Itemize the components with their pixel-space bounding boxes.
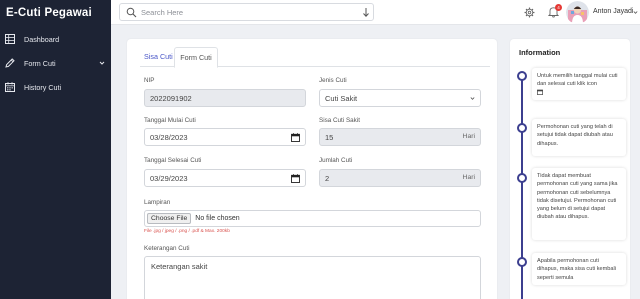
tab-bar: Sisa Cuti Form Cuti (140, 47, 490, 68)
tanggal-mulai-label: Tanggal Mulai Cuti (144, 117, 196, 124)
jumlah-cuti-label: Jumlah Cuti (319, 157, 353, 164)
info-item-text: Untuk memilih tanggal mulai cuti dan sel… (537, 73, 618, 88)
search-box[interactable] (119, 3, 374, 21)
timeline-dot (517, 71, 527, 81)
info-item-text: Tidak dapat membuat permohonan cuti yang… (537, 173, 618, 221)
file-hint: File .jpg / jpeg / .png / .pdf & Max. 20… (144, 229, 230, 234)
user-name[interactable]: Anton Jayadi (593, 8, 633, 15)
search-input[interactable] (141, 5, 341, 19)
calendar-icon (537, 89, 543, 96)
arrow-down-icon[interactable] (361, 7, 371, 18)
info-item: Tidak dapat membuat permohonan cuti yang… (532, 168, 626, 240)
table-icon (5, 34, 15, 44)
tanggal-mulai-input[interactable]: 03/28/2023 (144, 128, 306, 146)
sidebar-item-label: Form Cuti (24, 58, 56, 68)
sisa-cuti-value: 15 (325, 132, 334, 142)
info-item-text: Apabila permohonan cuti dihapus, maka si… (537, 258, 616, 281)
tanggal-selesai-label: Tanggal Selesai Cuti (144, 157, 202, 164)
calendar-icon (5, 82, 15, 92)
avatar[interactable] (566, 1, 589, 24)
sidebar-item-history-cuti[interactable]: History Cuti (0, 79, 111, 95)
information-title: Information (519, 48, 561, 57)
nip-label: NIP (144, 77, 155, 84)
tanggal-selesai-input[interactable]: 03/29/2023 (144, 169, 306, 187)
jenis-cuti-value: Cuti Sakit (325, 93, 358, 103)
search-icon (126, 7, 137, 18)
sidebar: E-Cuti Pegawai Dashboard Form Cuti Histo… (0, 0, 111, 299)
notification-badge: 4 (555, 4, 562, 11)
sidebar-item-form-cuti[interactable]: Form Cuti (0, 55, 111, 71)
info-item: Permohonan cuti yang telah di setujui ti… (532, 119, 626, 156)
tab-form-cuti[interactable]: Form Cuti (174, 47, 218, 68)
tab-sisa-cuti[interactable]: Sisa Cuti (140, 47, 177, 67)
jenis-cuti-select[interactable]: Cuti Sakit (319, 89, 481, 107)
pencil-icon (5, 58, 15, 68)
keterangan-label: Keterangan Cuti (144, 245, 190, 252)
tanggal-mulai-value: 03/28/2023 (150, 132, 188, 142)
file-input[interactable]: Choose File No file chosen (144, 210, 481, 227)
jumlah-cuti-unit: Hari (462, 174, 475, 181)
info-item: Untuk memilih tanggal mulai cuti dan sel… (532, 68, 626, 100)
sidebar-item-label: History Cuti (24, 82, 62, 92)
sisa-cuti-label: Sisa Cuti Sakit (319, 117, 360, 124)
sisa-cuti-field: 15 Hari (319, 128, 481, 146)
sidebar-item-dashboard[interactable]: Dashboard (0, 31, 111, 47)
sidebar-item-label: Dashboard (24, 34, 60, 44)
topbar: 4 Anton Jayadi (111, 0, 640, 25)
info-item-text: Permohonan cuti yang telah di setujui ti… (537, 124, 613, 147)
information-panel: Information Untuk memilih tanggal mulai … (510, 39, 630, 299)
gear-icon[interactable] (524, 7, 535, 18)
choose-file-button[interactable]: Choose File (147, 213, 192, 224)
sisa-cuti-unit: Hari (462, 133, 475, 140)
file-name: No file chosen (195, 215, 240, 222)
timeline-dot (517, 123, 527, 133)
jenis-cuti-label: Jenis Cuti (319, 77, 347, 84)
nip-field: 2022091902 (144, 89, 306, 107)
jumlah-cuti-value: 2 (325, 173, 330, 183)
timeline-dot (517, 257, 527, 267)
brand-title: E-Cuti Pegawai (6, 6, 92, 19)
calendar-icon[interactable] (291, 174, 300, 183)
tanggal-selesai-value: 03/29/2023 (150, 173, 188, 183)
form-card: Sisa Cuti Form Cuti NIP 2022091902 Jenis… (127, 39, 497, 299)
nip-value: 2022091902 (150, 93, 192, 103)
lampiran-label: Lampiran (144, 199, 171, 206)
chevron-down-icon[interactable] (633, 10, 638, 15)
info-item: Apabila permohonan cuti dihapus, maka si… (532, 253, 626, 285)
keterangan-textarea[interactable]: Keterangan sakit (144, 256, 481, 299)
jumlah-cuti-field: 2 Hari (319, 169, 481, 187)
calendar-icon[interactable] (291, 133, 300, 142)
keterangan-value: Keterangan sakit (151, 262, 208, 271)
timeline-dot (517, 173, 527, 183)
chevron-down-icon (99, 61, 105, 65)
chevron-down-icon (470, 97, 475, 100)
